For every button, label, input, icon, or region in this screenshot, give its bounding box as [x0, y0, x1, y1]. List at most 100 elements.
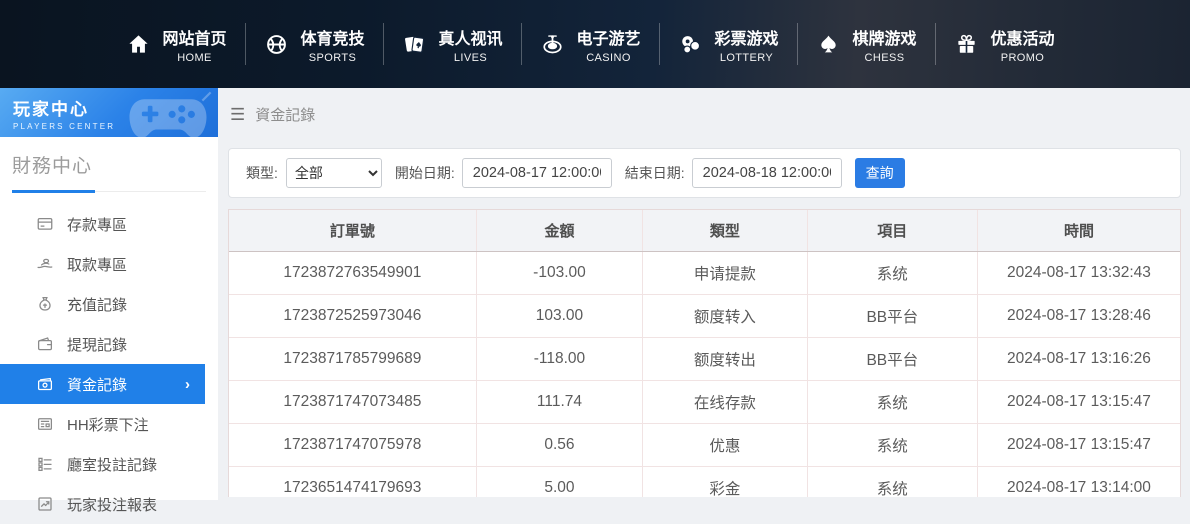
- section-underline: [12, 190, 95, 193]
- sidebar-header: 玩家中心 PLAYERS CENTER: [0, 88, 218, 137]
- breadcrumb: ☰ 資金記錄: [230, 101, 1181, 127]
- end-date-input[interactable]: [692, 158, 842, 188]
- nav-label-en: HOME: [162, 52, 226, 64]
- nav-label-cn: 体育竞技: [300, 25, 364, 49]
- nav-label-en: LOTTERY: [714, 52, 778, 64]
- table-cell: 5.00: [476, 467, 642, 498]
- table-cell: 1723871747075978: [229, 424, 476, 467]
- gamepad-icon: [124, 91, 212, 137]
- home-icon: [127, 33, 150, 56]
- table-cell: 优惠: [643, 424, 808, 467]
- page-title: 資金記錄: [255, 104, 315, 125]
- filter-panel: 類型: 全部 開始日期: 結束日期: 查詢: [228, 148, 1181, 198]
- sidebar-menu: 存款專區取款專區充值記錄提現記錄資金記錄› HH彩票下注廳室投註記錄玩家投注報表: [0, 204, 218, 524]
- withdraw-hand-icon: [36, 255, 54, 273]
- table-cell: BB平台: [807, 338, 977, 381]
- credit-card-icon: [36, 215, 54, 233]
- sidebar-item-label: 存款專區: [67, 214, 127, 235]
- nav-item-sports[interactable]: 体育竞技 SPORTS: [246, 16, 384, 72]
- end-date-label: 結束日期:: [625, 163, 685, 183]
- spade-icon: [817, 33, 840, 56]
- table-cell: 系统: [807, 467, 977, 498]
- nav-item-home[interactable]: 网站首页 HOME: [108, 16, 246, 72]
- table-cell: 系统: [807, 424, 977, 467]
- search-button[interactable]: 查詢: [855, 158, 905, 188]
- table-cell: 系统: [807, 381, 977, 424]
- nav-item-lottery[interactable]: 彩票游戏 LOTTERY: [660, 16, 798, 72]
- table-row: 1723872525973046103.00额度转入BB平台2024-08-17…: [229, 295, 1180, 338]
- roulette-icon: [541, 33, 564, 56]
- table-header-row: 訂單號金額類型項目時間: [229, 210, 1180, 252]
- table-cell: -103.00: [476, 252, 642, 295]
- cards-icon: [403, 33, 426, 56]
- nav-item-casino[interactable]: 电子游艺 CASINO: [522, 16, 660, 72]
- sidebar-item-label: 提現記錄: [67, 334, 127, 355]
- lottery-balls-icon: [679, 33, 702, 56]
- sidebar-item-label: 廳室投註記錄: [67, 454, 157, 475]
- sidebar-item-3[interactable]: 充值記錄: [0, 284, 218, 324]
- table-cell: 在线存款: [643, 381, 808, 424]
- table-cell: 103.00: [476, 295, 642, 338]
- table-cell: 2024-08-17 13:15:47: [977, 424, 1180, 467]
- table-cell: 1723872525973046: [229, 295, 476, 338]
- sidebar-item-label: HH彩票下注: [67, 414, 149, 435]
- table-cell: 2024-08-17 13:28:46: [977, 295, 1180, 338]
- nav-label-cn: 彩票游戏: [714, 25, 778, 49]
- nav-label-cn: 优惠活动: [990, 25, 1054, 49]
- report-chart-icon: [36, 495, 54, 513]
- table-cell: BB平台: [807, 295, 977, 338]
- table-cell: 额度转入: [643, 295, 808, 338]
- table-row: 1723871747073485111.74在线存款系统2024-08-17 1…: [229, 381, 1180, 424]
- table-cell: 1723651474179693: [229, 467, 476, 498]
- table-cell: 系统: [807, 252, 977, 295]
- table-cell: 申请提款: [643, 252, 808, 295]
- table-cell: 0.56: [476, 424, 642, 467]
- type-label: 類型:: [246, 163, 278, 183]
- table-cell: 2024-08-17 13:16:26: [977, 338, 1180, 381]
- table-row: 17236514741796935.00彩金系统2024-08-17 13:14…: [229, 467, 1180, 498]
- table-row: 1723872763549901-103.00申请提款系统2024-08-17 …: [229, 252, 1180, 295]
- table-cell: 111.74: [476, 381, 642, 424]
- table-header-cell: 訂單號: [229, 210, 476, 252]
- sidebar-item-2[interactable]: 取款專區: [0, 244, 218, 284]
- type-select[interactable]: 全部: [286, 158, 382, 188]
- hamburger-menu-icon[interactable]: ☰: [230, 106, 245, 123]
- banknotes-icon: [36, 375, 54, 393]
- finance-center-title: 財務中心: [12, 151, 206, 178]
- sidebar-item-6[interactable]: HH彩票下注: [0, 404, 218, 444]
- sidebar-item-label: 玩家投注報表: [67, 494, 157, 515]
- nav-label-en: PROMO: [990, 52, 1054, 64]
- sidebar-item-1[interactable]: 存款專區: [0, 204, 218, 244]
- nav-label-en: SPORTS: [300, 52, 364, 64]
- nav-item-lives[interactable]: 真人视讯 LIVES: [384, 16, 522, 72]
- table-cell: 2024-08-17 13:15:47: [977, 381, 1180, 424]
- sidebar-item-label: 充值記錄: [67, 294, 127, 315]
- nav-label-en: CHESS: [852, 52, 916, 64]
- nav-label-cn: 电子游艺: [576, 25, 640, 49]
- nav-label-cn: 真人视讯: [438, 25, 502, 49]
- basketball-icon: [265, 33, 288, 56]
- wallet-icon: [36, 335, 54, 353]
- nav-item-chess[interactable]: 棋牌游戏 CHESS: [798, 16, 936, 72]
- sidebar-item-7[interactable]: 廳室投註記錄: [0, 444, 218, 484]
- table-header-cell: 類型: [643, 210, 808, 252]
- start-date-input[interactable]: [462, 158, 612, 188]
- table-cell: -118.00: [476, 338, 642, 381]
- sidebar-item-4[interactable]: 提現記錄: [0, 324, 218, 364]
- finance-center-section: 財務中心: [12, 151, 206, 192]
- table-cell: 额度转出: [643, 338, 808, 381]
- sidebar-item-label: 資金記錄: [67, 374, 127, 395]
- nav-label-en: CASINO: [576, 52, 640, 64]
- nav-label-cn: 网站首页: [162, 25, 226, 49]
- nav-item-promo[interactable]: 优惠活动 PROMO: [936, 16, 1074, 72]
- sidebar-item-5[interactable]: 資金記錄›: [0, 364, 205, 404]
- table-cell: 1723871785799689: [229, 338, 476, 381]
- gift-icon: [955, 33, 978, 56]
- funds-record-table: 訂單號金額類型項目時間 1723872763549901-103.00申请提款系…: [228, 209, 1181, 497]
- nav-label-en: LIVES: [438, 52, 502, 64]
- main-content: ☰ 資金記錄 類型: 全部 開始日期: 結束日期: 查詢 訂單號金額類型項目時間…: [218, 88, 1190, 500]
- sidebar-item-8[interactable]: 玩家投注報表: [0, 484, 218, 524]
- nav-label-cn: 棋牌游戏: [852, 25, 916, 49]
- sidebar: 玩家中心 PLAYERS CENTER 財務中心 存款專區取款專區充值記錄提現記…: [0, 88, 218, 500]
- table-cell: 1723871747073485: [229, 381, 476, 424]
